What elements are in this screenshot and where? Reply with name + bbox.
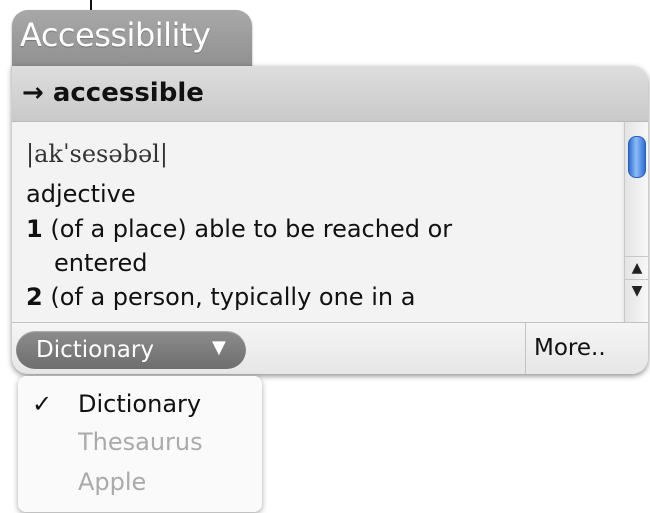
part-of-speech: adjective — [26, 180, 136, 208]
source-label: Dictionary — [36, 337, 154, 363]
sense-2: 2 (of a person, typically one in a — [26, 280, 415, 314]
sense-text: (of a place) able to be reached or — [50, 215, 453, 243]
sense-text-continued: entered — [54, 249, 148, 277]
source-popup-button[interactable]: Dictionary ▼ — [16, 331, 246, 369]
scroll-down-arrow-icon[interactable]: ▼ — [625, 279, 648, 302]
scroll-up-arrow-icon[interactable]: ▲ — [625, 256, 648, 279]
headword[interactable]: → accessible — [22, 78, 204, 108]
title-tab: Accessibility — [12, 10, 252, 70]
headword-bar: → accessible — [12, 66, 648, 122]
menu-item-thesaurus: Thesaurus — [78, 428, 203, 456]
scrollbar-thumb[interactable] — [628, 136, 646, 178]
bottom-bar: Dictionary ▼ More.. — [12, 322, 648, 374]
sense-number: 2 — [26, 283, 43, 311]
sense-1: 1 (of a place) able to be reached or ent… — [26, 212, 616, 280]
chevron-down-icon: ▼ — [212, 337, 226, 358]
menu-item-apple: Apple — [78, 468, 147, 496]
panel-title: Accessibility — [20, 16, 211, 54]
more-button[interactable]: More.. — [534, 335, 606, 361]
sense-number: 1 — [26, 215, 43, 243]
pronunciation: |akˈsesəbəl| — [26, 140, 168, 168]
vertical-scrollbar[interactable]: ▲ ▼ — [624, 122, 648, 322]
source-dropdown-menu: ✓ Dictionary Thesaurus Apple — [18, 376, 262, 512]
menu-item-dictionary[interactable]: Dictionary — [78, 390, 201, 418]
checkmark-icon: ✓ — [32, 390, 53, 418]
definition-content: |akˈsesəbəl| adjective 1 (of a place) ab… — [12, 122, 622, 322]
dictionary-panel: → accessible |akˈsesəbəl| adjective 1 (o… — [12, 66, 648, 374]
sense-text: (of a person, typically one in a — [50, 283, 416, 311]
divider — [525, 323, 526, 374]
